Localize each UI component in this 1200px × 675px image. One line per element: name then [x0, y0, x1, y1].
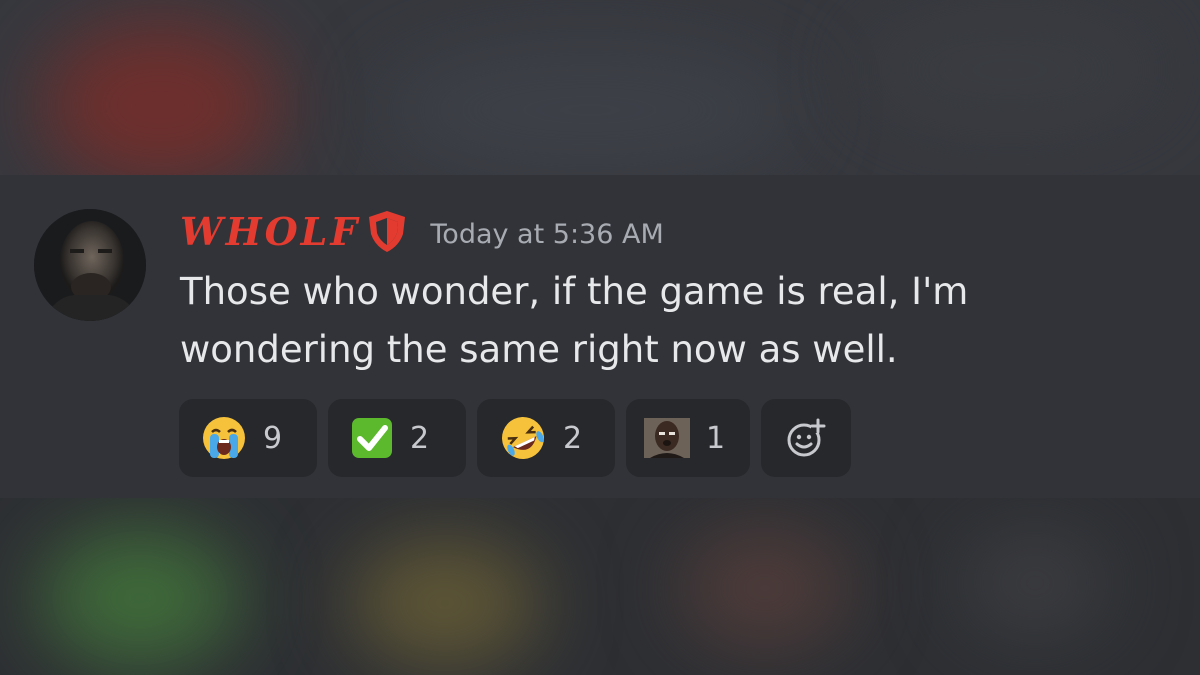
custom-face-emoji-icon [644, 418, 690, 458]
username[interactable]: WHOLF [180, 209, 360, 254]
chat-message: WHOLF Today at 5:36 AM Those who wonder,… [0, 175, 1200, 498]
reaction-bar: 9 2 2 1 [179, 399, 851, 477]
loudly-crying-face-icon [203, 417, 245, 459]
add-reaction-button[interactable] [761, 399, 851, 477]
white-check-mark-icon [352, 418, 392, 458]
reaction-count: 2 [410, 420, 430, 456]
reaction-count: 9 [263, 420, 283, 456]
blurred-red-blob [40, 20, 280, 175]
blurred-yellow-blob [350, 538, 540, 668]
avatar[interactable] [34, 209, 146, 321]
blurred-grey-blob-bottom [960, 528, 1110, 638]
reaction-check-mark[interactable]: 2 [328, 399, 466, 477]
add-reaction-icon [787, 418, 826, 457]
message-content: Those who wonder, if the game is real, I… [180, 270, 969, 371]
reaction-custom-face[interactable]: 1 [626, 399, 750, 477]
blurred-grey-blob [380, 40, 800, 175]
blurred-green-blob [40, 528, 240, 668]
blurred-brown-blob [680, 528, 850, 648]
timestamp: Today at 5:36 AM [430, 218, 664, 250]
blurred-background-top [0, 0, 1200, 175]
rolling-on-the-floor-laughing-icon [502, 417, 544, 459]
blurred-background-bottom [0, 498, 1200, 675]
reaction-count: 1 [706, 420, 726, 456]
blurred-grey-blob-right [860, 10, 1160, 130]
reaction-rolling-laughing[interactable]: 2 [477, 399, 615, 477]
shield-icon [364, 208, 410, 254]
message-header: WHOLF Today at 5:36 AM [180, 205, 664, 257]
reaction-count: 2 [563, 420, 583, 456]
reaction-loudly-crying[interactable]: 9 [179, 399, 317, 477]
